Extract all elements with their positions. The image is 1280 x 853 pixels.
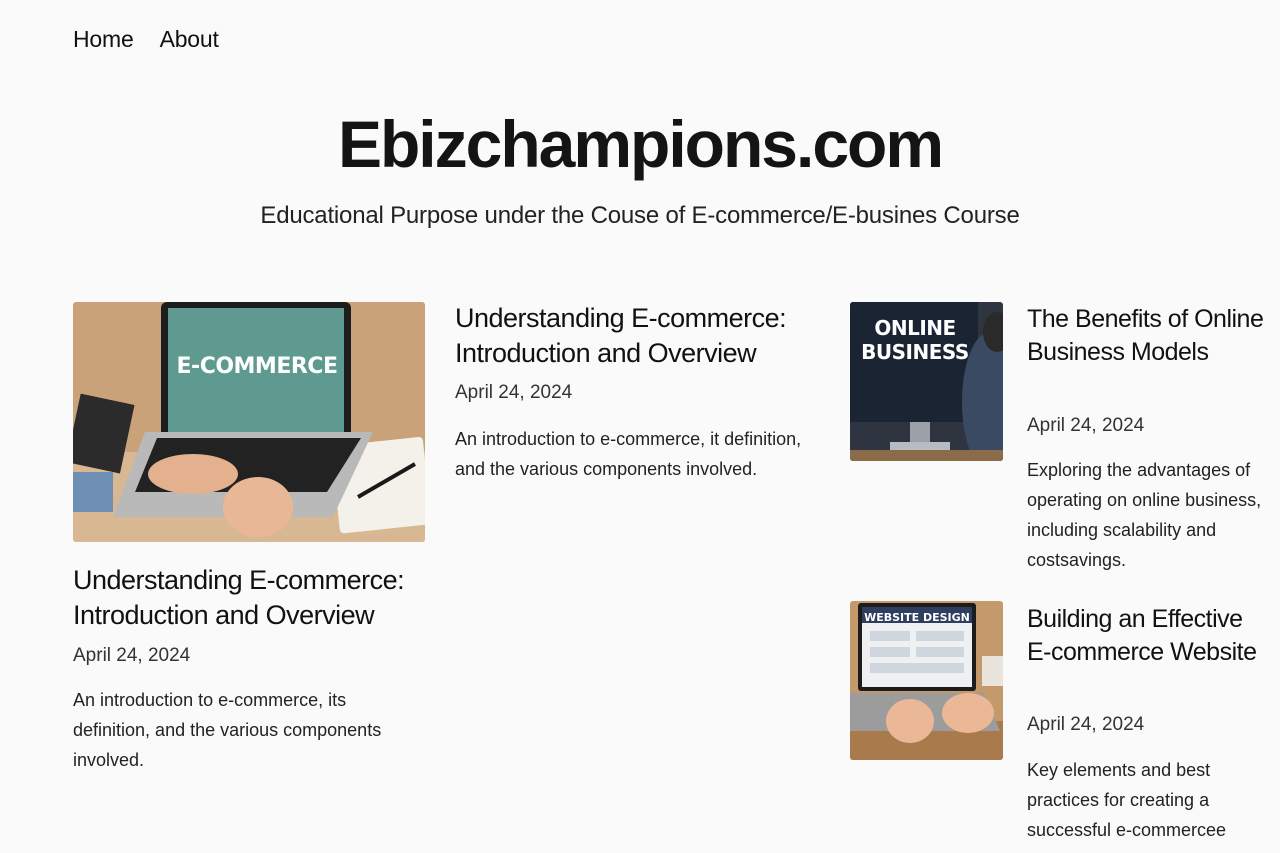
business-image-label: BUSINESS [861, 340, 969, 364]
site-title[interactable]: Ebizchampions.com [0, 106, 1280, 182]
featured-post-date: April 24, 2024 [73, 645, 191, 666]
featured-post-image[interactable]: E-COMMERCE [73, 302, 425, 542]
website-post-image[interactable]: WEBSITE DESIGN [850, 601, 1003, 760]
featured-image-label: E-COMMERCE [176, 354, 338, 379]
page: Home About Ebizchampions.com Educational… [0, 0, 1280, 853]
website-post-date: April 24, 2024 [1027, 714, 1145, 735]
online-business-post-title[interactable]: The Benefits of Online Business Models [1027, 303, 1267, 369]
middle-post-title[interactable]: Understanding E-commerce: Introduction a… [455, 301, 825, 371]
nav-about-link[interactable]: About [160, 26, 219, 53]
website-post-title[interactable]: Building an Effective E-commerce Website [1027, 603, 1267, 669]
online-business-post-image[interactable]: ONLINE BUSINESS [850, 302, 1003, 461]
main-nav: Home About [73, 26, 219, 53]
site-tagline: Educational Purpose under the Couse of E… [260, 202, 1020, 229]
website-post-excerpt: Key elements and best practices for crea… [1027, 760, 1227, 840]
middle-post-date: April 24, 2024 [455, 382, 573, 403]
online-business-post-excerpt: Exploring the advantages of operating on… [1027, 460, 1262, 570]
online-image-label: ONLINE [874, 316, 956, 340]
featured-post-excerpt: An introduction to e-commerce, its defin… [73, 690, 382, 770]
website-design-image-label: WEBSITE DESIGN [864, 611, 970, 624]
nav-home-link[interactable]: Home [73, 26, 134, 53]
online-business-post-date: April 24, 2024 [1027, 415, 1145, 436]
featured-post-title[interactable]: Understanding E-commerce: Introduction a… [73, 563, 433, 633]
middle-post-excerpt: An introduction to e-commerce, it defini… [455, 429, 802, 479]
